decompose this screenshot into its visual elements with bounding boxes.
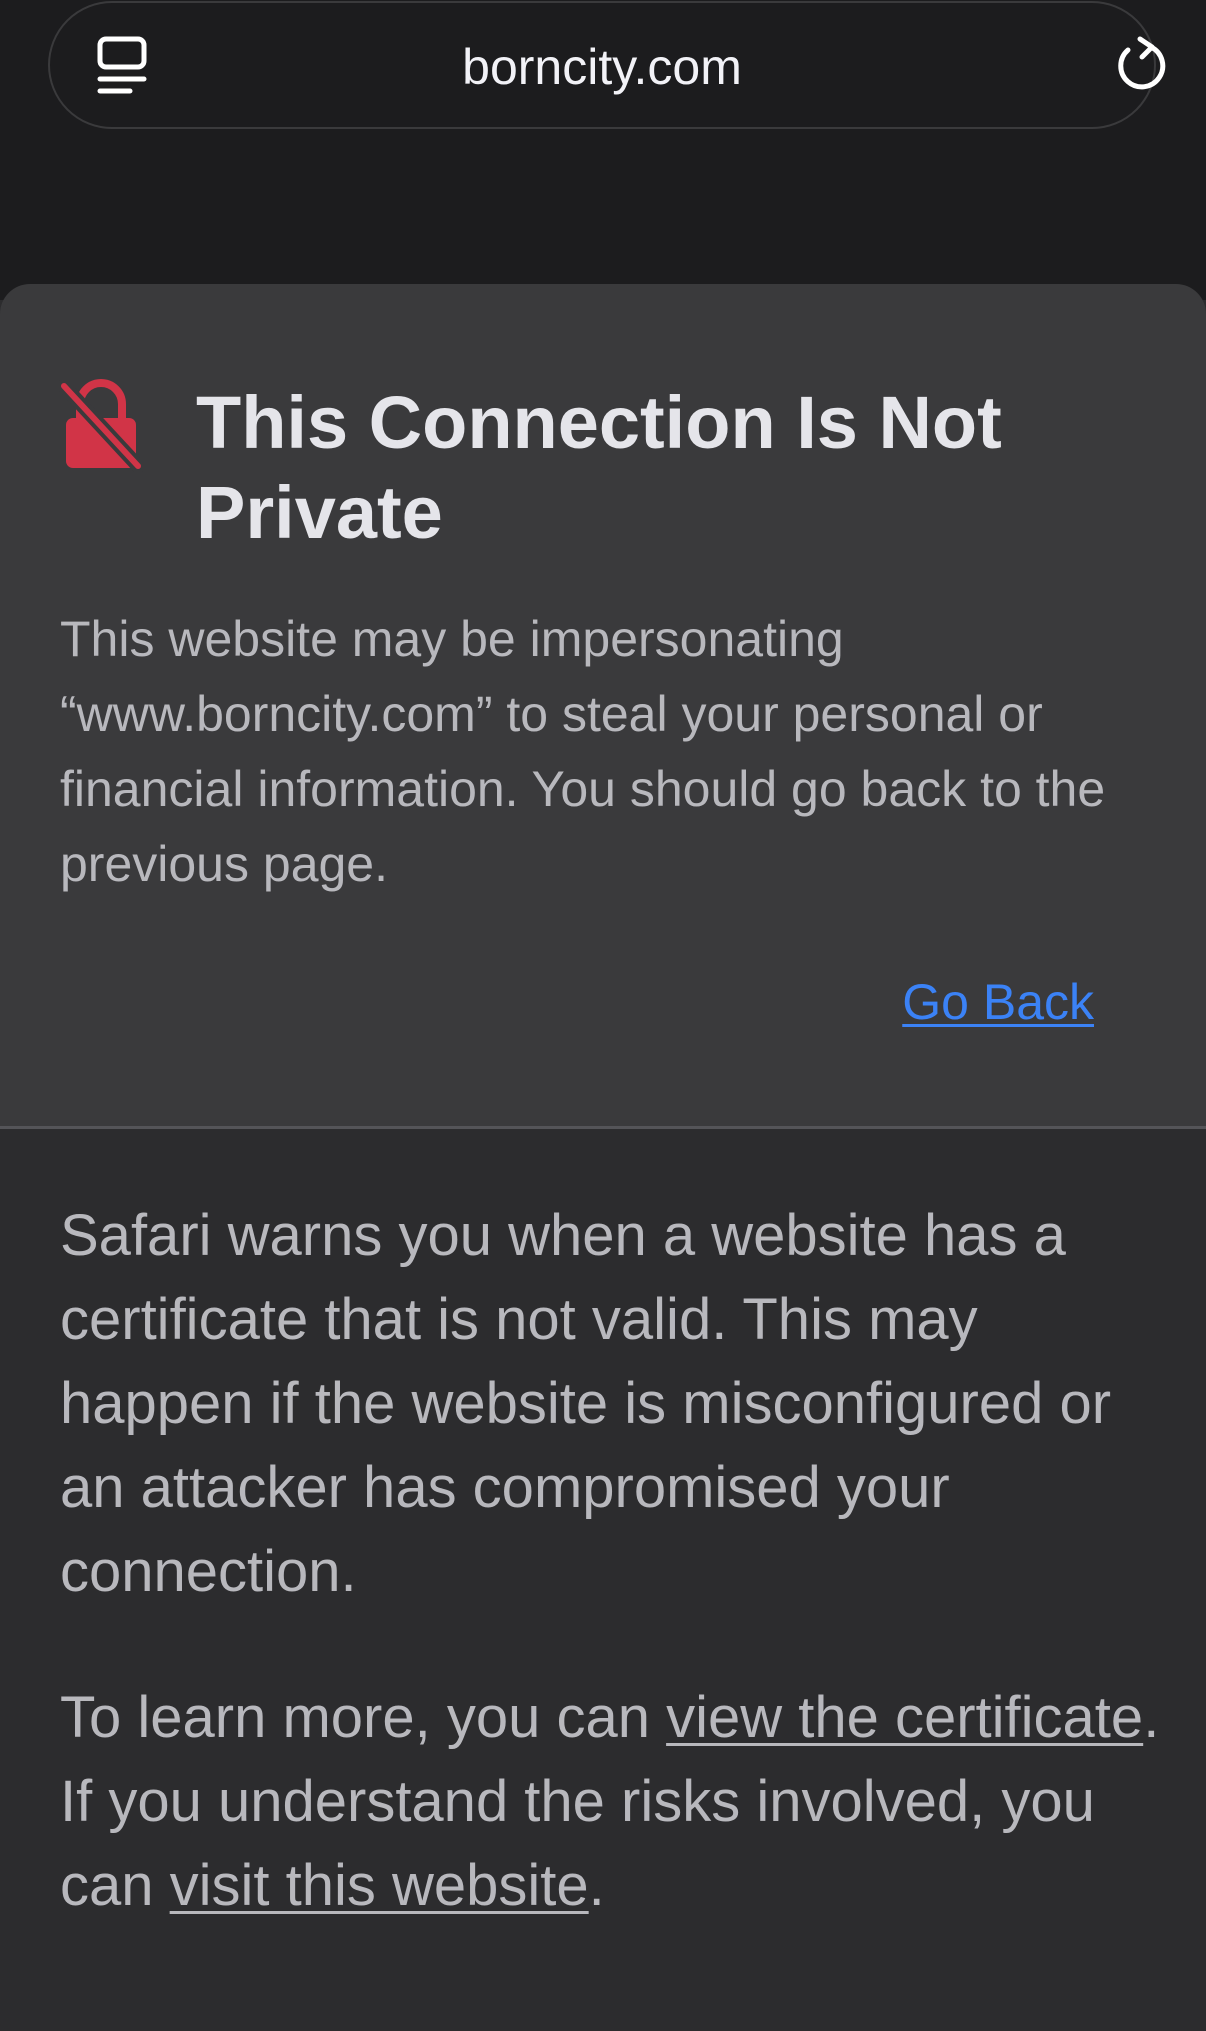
warning-message: This website may be impersonating “www.b… <box>60 611 1106 892</box>
learn-more-prefix: To learn more, you can <box>60 1685 667 1750</box>
section-divider <box>0 1126 1206 1129</box>
certificate-explanation: Safari warns you when a website has a ce… <box>60 1203 1112 1604</box>
address-bar[interactable]: borncity.com <box>48 1 1166 129</box>
learn-more-text: To learn more, you can view the certific… <box>60 1676 1170 1928</box>
page-title: This Connection Is Not Private <box>196 381 1002 554</box>
learn-more-suffix: . <box>588 1853 605 1918</box>
visit-website-link[interactable]: visit this website <box>170 1853 589 1918</box>
go-back-link[interactable]: Go Back <box>902 968 1094 1036</box>
address-bar-url[interactable]: borncity.com <box>50 33 1154 101</box>
reader-mode-icon[interactable] <box>94 35 158 99</box>
view-certificate-link[interactable]: view the certificate <box>666 1685 1143 1750</box>
lock-slash-icon <box>57 378 145 473</box>
reload-icon[interactable] <box>1110 35 1174 99</box>
